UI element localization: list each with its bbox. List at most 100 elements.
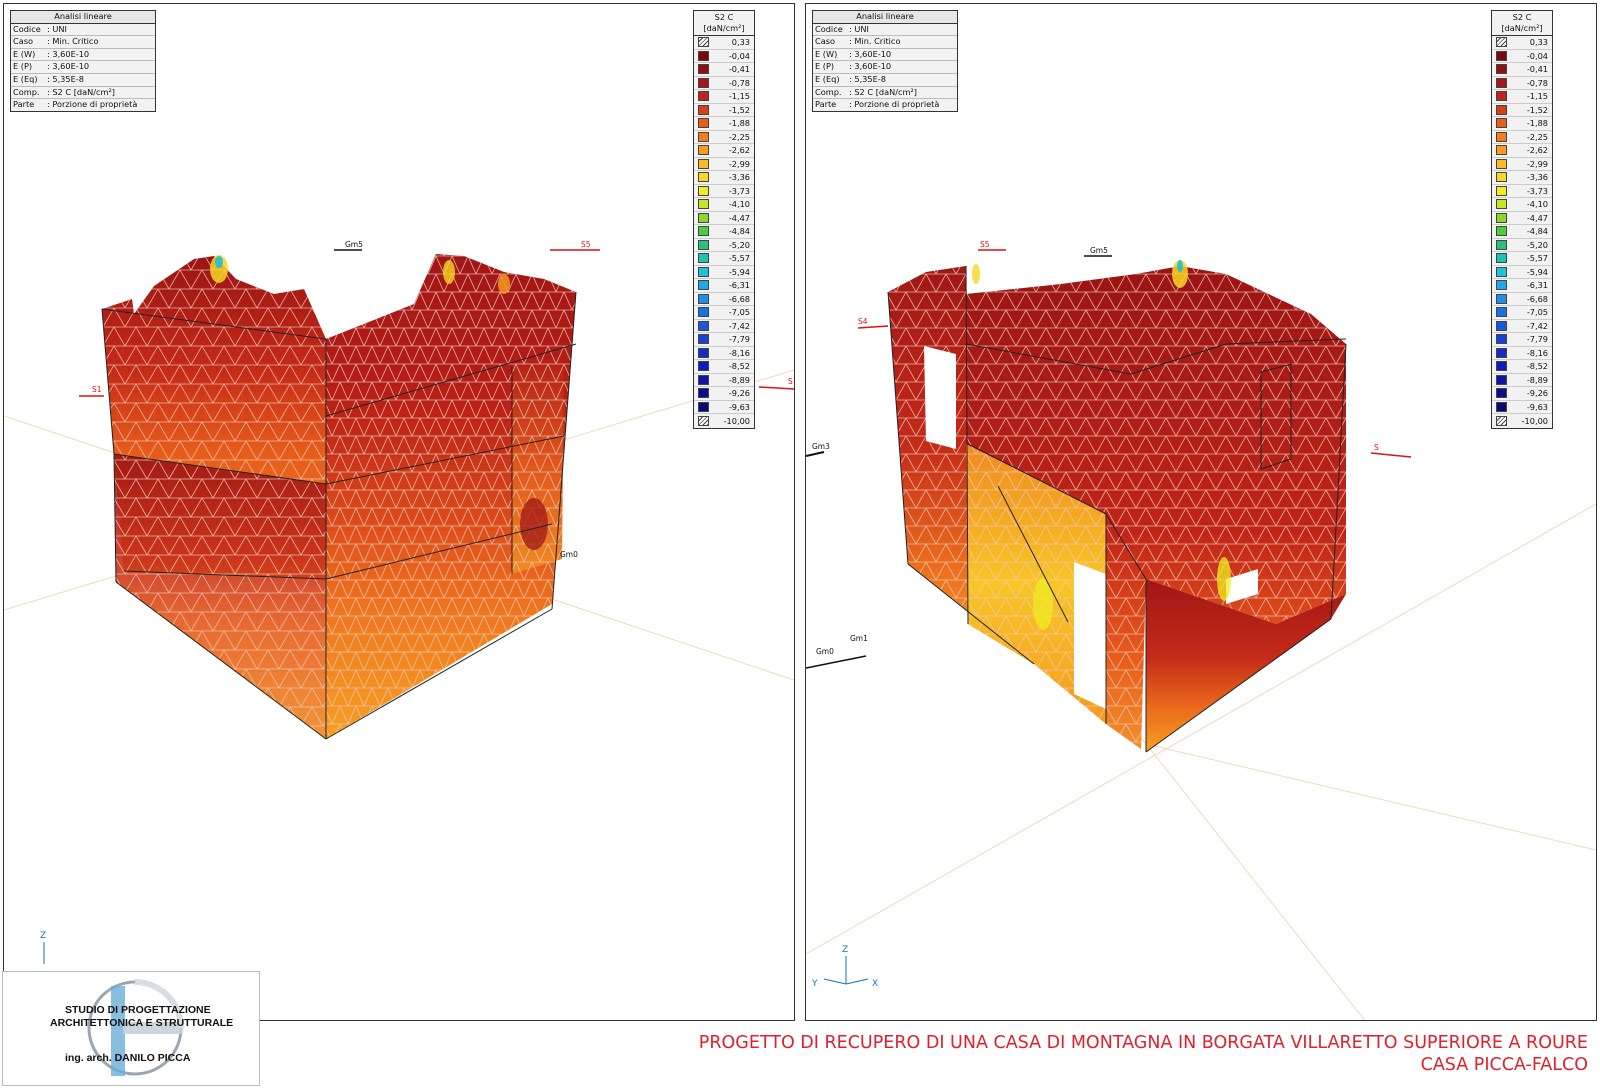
legend-swatch bbox=[1496, 131, 1507, 142]
legend-value: -1,88 bbox=[1526, 118, 1548, 129]
legend-unit: [daN/cm²] bbox=[703, 23, 745, 33]
legend-entry: -3,36 bbox=[694, 171, 754, 185]
svg-text:Gm0: Gm0 bbox=[816, 647, 834, 656]
legend-value: -7,05 bbox=[728, 307, 750, 318]
section-mark-s-right: S bbox=[1370, 443, 1412, 458]
legend-swatch bbox=[698, 226, 709, 237]
legend-swatch bbox=[698, 374, 709, 385]
legend-entry: -5,57 bbox=[1492, 252, 1552, 266]
project-caption-title: PROGETTO DI RECUPERO DI UNA CASA DI MONT… bbox=[698, 1033, 1588, 1053]
legend-swatch bbox=[1496, 226, 1507, 237]
legend-swatch bbox=[1496, 104, 1507, 115]
info-row-codice: Codice: UNI bbox=[813, 24, 957, 37]
svg-text:X: X bbox=[872, 979, 878, 989]
legend-value: -4,47 bbox=[1526, 212, 1548, 223]
section-mark-s1: S1 bbox=[79, 385, 104, 397]
legend-entry: -9,26 bbox=[1492, 387, 1552, 401]
legend-value: -5,57 bbox=[728, 253, 750, 264]
legend-value: -3,73 bbox=[728, 185, 750, 196]
legend-swatch bbox=[1496, 374, 1507, 385]
right-viewport[interactable]: S5 S4 S Gm5 Gm3 Gm0 Gm1 Z Y X Analisi li… bbox=[805, 3, 1597, 1021]
left-model-view: S1 S5 S Gm5 Gm0 Z bbox=[4, 240, 794, 964]
legend-entry: -3,36 bbox=[1492, 171, 1552, 185]
legend-swatch bbox=[1496, 415, 1507, 426]
member-mark-gm0: Gm0 bbox=[560, 550, 578, 559]
legend-value: -0,41 bbox=[728, 64, 750, 75]
legend-swatch bbox=[698, 199, 709, 210]
legend-swatch bbox=[698, 77, 709, 88]
legend-swatch bbox=[698, 91, 709, 102]
legend-entry: -1,52 bbox=[694, 104, 754, 117]
legend-swatch bbox=[698, 37, 709, 48]
legend-swatch bbox=[698, 401, 709, 412]
svg-text:S5: S5 bbox=[980, 240, 990, 249]
legend-swatch bbox=[698, 239, 709, 250]
legend-entry: -6,31 bbox=[694, 279, 754, 293]
legend-swatch bbox=[698, 64, 709, 75]
legend-swatch bbox=[1496, 172, 1507, 183]
legend-entry: -9,63 bbox=[1492, 401, 1552, 414]
svg-text:S4: S4 bbox=[858, 317, 868, 326]
legend-entry: -5,20 bbox=[694, 239, 754, 252]
color-scale-legend: S2 C [daN/cm²] 0,33 -0,04 -0,41 -0,78 -1,15 -… bbox=[693, 10, 755, 429]
legend-swatch bbox=[698, 266, 709, 277]
legend-swatch bbox=[1496, 185, 1507, 196]
left-viewport[interactable]: S1 S5 S Gm5 Gm0 Z Analisi lineare Codice… bbox=[3, 3, 795, 1021]
legend-entry: -3,73 bbox=[1492, 185, 1552, 198]
info-row-eeq: E (Eq): 5,35E-8 bbox=[813, 74, 957, 87]
legend-entry: -7,42 bbox=[1492, 320, 1552, 333]
legend-value: -5,94 bbox=[728, 266, 750, 277]
color-scale-legend: S2 C [daN/cm²] 0,33 -0,04 -0,41 -0,78 -1,15 -… bbox=[1491, 10, 1553, 429]
svg-text:Gm0: Gm0 bbox=[560, 550, 578, 559]
legend-value: -3,36 bbox=[1526, 172, 1548, 183]
legend-value: -8,89 bbox=[1526, 374, 1548, 385]
legend-swatch bbox=[698, 185, 709, 196]
legend-value: -3,73 bbox=[1526, 185, 1548, 196]
legend-entry: 0,33 bbox=[1492, 36, 1552, 50]
legend-swatch bbox=[1496, 118, 1507, 129]
legend-value: -2,99 bbox=[728, 158, 750, 169]
legend-swatch bbox=[1496, 307, 1507, 318]
legend-swatch bbox=[1496, 91, 1507, 102]
section-mark-s5: S5 bbox=[978, 240, 1006, 251]
legend-entry: -10,00 bbox=[694, 414, 754, 428]
legend-entry: -9,63 bbox=[694, 401, 754, 414]
legend-title: S2 C bbox=[1512, 12, 1532, 22]
legend-value: -2,62 bbox=[1526, 145, 1548, 156]
info-row-ep: E (P): 3,60E-10 bbox=[813, 61, 957, 74]
section-mark-s5: S5 bbox=[550, 240, 600, 251]
legend-value: -7,05 bbox=[1526, 307, 1548, 318]
legend-value: -6,31 bbox=[1526, 280, 1548, 291]
info-row-caso: Caso: Min. Critico bbox=[813, 36, 957, 49]
legend-entry: -2,25 bbox=[694, 131, 754, 144]
legend-entry: -0,41 bbox=[694, 63, 754, 77]
legend-value: -0,04 bbox=[1526, 50, 1548, 61]
legend-header: S2 C [daN/cm²] bbox=[694, 11, 754, 36]
legend-value: -1,88 bbox=[728, 118, 750, 129]
legend-value: -6,31 bbox=[728, 280, 750, 291]
legend-rows: 0,33 -0,04 -0,41 -0,78 -1,15 -1,52 -1,88 -2,25 -… bbox=[1492, 36, 1552, 428]
legend-swatch bbox=[1496, 334, 1507, 345]
legend-entry: -7,79 bbox=[1492, 333, 1552, 347]
legend-value: -2,62 bbox=[728, 145, 750, 156]
member-mark-gm1: Gm1 bbox=[850, 634, 868, 643]
legend-entry: -8,52 bbox=[1492, 360, 1552, 374]
info-row-ew: E (W): 3,60E-10 bbox=[11, 49, 155, 62]
legend-entry: -0,41 bbox=[1492, 63, 1552, 77]
legend-entry: -0,78 bbox=[694, 77, 754, 90]
legend-entry: -6,68 bbox=[1492, 293, 1552, 306]
legend-entry: -5,20 bbox=[1492, 239, 1552, 252]
legend-swatch bbox=[698, 334, 709, 345]
legend-entry: -2,62 bbox=[694, 144, 754, 158]
legend-swatch bbox=[698, 145, 709, 156]
legend-entry: -7,05 bbox=[694, 306, 754, 320]
legend-swatch bbox=[1496, 37, 1507, 48]
legend-value: -1,15 bbox=[1526, 91, 1548, 102]
legend-entry: -1,15 bbox=[1492, 90, 1552, 104]
svg-text:Y: Y bbox=[811, 979, 818, 989]
legend-entry: -2,62 bbox=[1492, 144, 1552, 158]
info-row-caso: Caso: Min. Critico bbox=[11, 36, 155, 49]
legend-swatch bbox=[1496, 239, 1507, 250]
legend-entry: -2,99 bbox=[694, 158, 754, 171]
legend-rows: 0,33 -0,04 -0,41 -0,78 -1,15 -1,52 -1,88 -2,25 -… bbox=[694, 36, 754, 428]
